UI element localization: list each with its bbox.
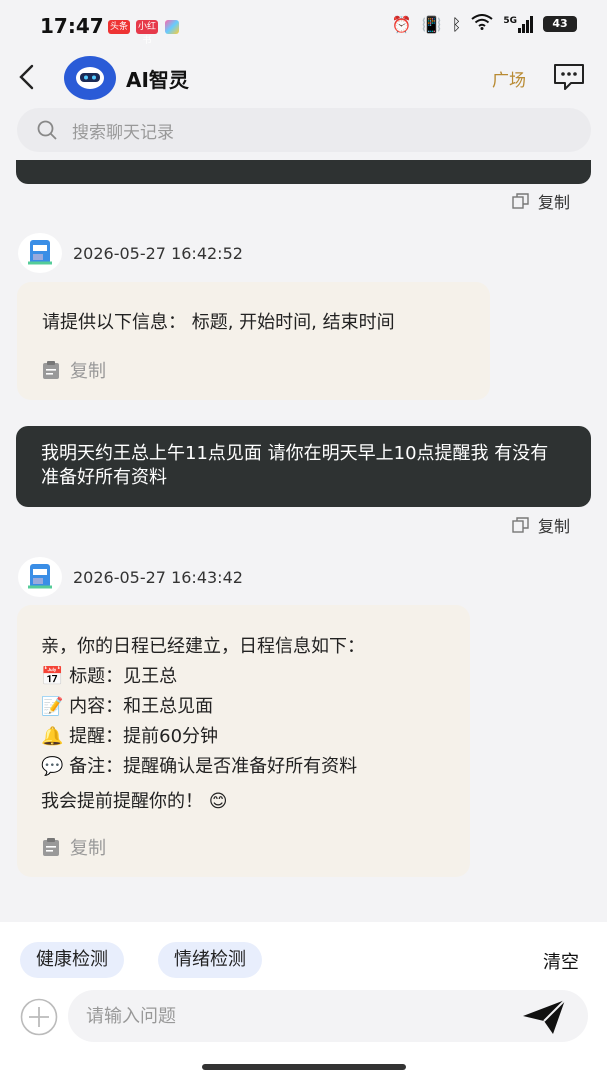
- back-icon[interactable]: [14, 62, 40, 92]
- signal-icon: 5G: [503, 15, 533, 33]
- chat-menu-icon[interactable]: [552, 62, 586, 92]
- copy-button[interactable]: 复制: [512, 189, 570, 213]
- status-icons: ⏰ 📳 ᛒ 5G 43: [392, 14, 577, 34]
- clipboard-icon: [43, 361, 59, 379]
- speech-bubble-icon: 💬: [41, 756, 64, 777]
- question-input-placeholder: 请输入问题: [86, 1006, 176, 1027]
- copy-label: 复制: [538, 517, 571, 536]
- vibrate-icon: 📳: [421, 14, 442, 34]
- app-icon: [165, 20, 179, 34]
- app-badge-toutiao: 头条: [108, 20, 130, 34]
- bot-avatar: [18, 233, 62, 273]
- app-badge-xiaohongshu: 小红书: [136, 20, 158, 46]
- schedule-content: 内容：和王总见面: [69, 696, 214, 717]
- copy-icon: [512, 517, 529, 533]
- plus-icon[interactable]: [20, 998, 58, 1036]
- message-timestamp: 2026-05-27 16:42:52: [73, 244, 243, 263]
- send-icon[interactable]: [520, 998, 568, 1036]
- copy-label: 复制: [538, 193, 571, 212]
- chip-health-check[interactable]: 健康检测: [20, 942, 124, 978]
- copy-button[interactable]: 复制: [512, 513, 570, 537]
- clear-button[interactable]: 清空: [543, 948, 579, 974]
- user-message-bubble: [16, 160, 591, 184]
- copy-label: 复制: [70, 838, 106, 859]
- status-time: 17:47: [40, 14, 104, 38]
- smile-icon: 😊: [208, 791, 228, 812]
- message-timestamp: 2026-05-27 16:43:42: [73, 568, 243, 587]
- schedule-note-line: 💬 备注：提醒确认是否准备好所有资料: [41, 752, 357, 782]
- search-input[interactable]: 搜索聊天记录: [72, 118, 174, 143]
- schedule-reminder-line: 🔔 提醒：提前60分钟: [41, 722, 218, 752]
- copy-icon: [512, 193, 529, 209]
- page-title: AI智灵: [126, 68, 189, 92]
- home-indicator: [202, 1064, 406, 1070]
- bell-icon: 🔔: [41, 726, 64, 747]
- copy-button[interactable]: 复制: [42, 357, 106, 383]
- schedule-title: 标题：见王总: [69, 666, 178, 687]
- alarm-icon: ⏰: [391, 14, 412, 34]
- memo-icon: 📝: [41, 696, 64, 717]
- battery-icon: 43: [543, 16, 577, 32]
- bot-avatar: [18, 557, 62, 597]
- copy-button[interactable]: 复制: [42, 834, 106, 860]
- bot-message-text: 请提供以下信息： 标题, 开始时间, 结束时间: [42, 312, 395, 333]
- schedule-note: 备注：提醒确认是否准备好所有资料: [69, 756, 358, 777]
- square-link[interactable]: 广场: [492, 66, 526, 91]
- user-message-text: 我明天约王总上午11点见面 请你在明天早上10点提醒我 有没有准备好所有资料: [41, 443, 549, 488]
- chip-emotion-check[interactable]: 情绪检测: [158, 942, 262, 978]
- calendar-icon: 📅: [41, 666, 64, 687]
- search-icon: [36, 119, 58, 141]
- schedule-title-line: 📅 标题：见王总: [41, 662, 177, 692]
- clipboard-icon: [43, 838, 59, 856]
- schedule-outro-line: 我会提前提醒你的！ 😊: [41, 787, 228, 817]
- schedule-outro: 我会提前提醒你的！: [41, 791, 203, 812]
- copy-label: 复制: [70, 361, 106, 382]
- ai-avatar: [64, 56, 116, 100]
- schedule-intro: 亲，你的日程已经建立，日程信息如下：: [41, 636, 365, 657]
- schedule-content-line: 📝 内容：和王总见面: [41, 692, 213, 722]
- bluetooth-icon: ᛒ: [451, 14, 462, 34]
- signal-type: 5G: [503, 15, 517, 26]
- schedule-reminder: 提醒：提前60分钟: [69, 726, 219, 747]
- wifi-icon: [471, 14, 493, 34]
